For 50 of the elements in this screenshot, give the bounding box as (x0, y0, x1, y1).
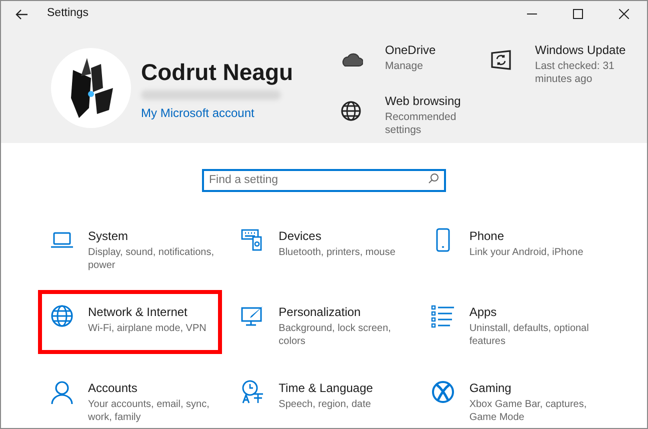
back-arrow-icon (14, 8, 28, 20)
microsoft-account-link[interactable]: My Microsoft account (141, 104, 294, 122)
person-icon (50, 380, 74, 404)
quick-link-subtitle: Recommended settings (385, 110, 458, 136)
category-tile[interactable]: Phone Link your Android, iPhone (419, 224, 604, 288)
category-title: Network & Internet (88, 304, 188, 320)
category-title: System (88, 228, 130, 244)
quick-link-subtitle: Last checked: 31 minutes ago (535, 60, 616, 86)
list-icon (431, 304, 456, 328)
category-title: Phone (469, 228, 506, 244)
refresh-icon (489, 48, 513, 72)
category-title: Time & Language (278, 380, 374, 396)
category-tile[interactable]: Devices Bluetooth, printers, mouse (228, 224, 413, 288)
category-subtitle: Background, lock screen, colors (278, 322, 392, 348)
minimize-icon (527, 13, 537, 15)
category-subtitle: Display, sound, notifications, power (88, 246, 215, 272)
category-title: Personalization (278, 304, 362, 320)
category-tile[interactable]: Gaming Xbox Game Bar, captures, Game Mode (419, 376, 604, 428)
category-subtitle: Bluetooth, printers, mouse (278, 246, 396, 259)
category-tile[interactable]: Apps Uninstall, defaults, optional features (419, 300, 604, 364)
category-title: Apps (469, 304, 498, 320)
quick-link-title[interactable]: Windows Update (535, 42, 635, 58)
category-subtitle: Uninstall, defaults, optional features (469, 322, 590, 348)
category-title: Gaming (469, 380, 512, 396)
xbox-icon (431, 380, 456, 404)
category-subtitle: Link your Android, iPhone (469, 246, 584, 259)
quick-link-title[interactable]: Web browsing (385, 92, 485, 108)
category-tile[interactable]: Network & Internet Wi-Fi, airplane mode, VPN (38, 290, 222, 354)
profile-name: Codrut Neagu (141, 58, 294, 86)
monitor-brush-icon (240, 304, 265, 328)
quick-link-title[interactable]: OneDrive (385, 42, 485, 58)
category-subtitle: Wi-Fi, airplane mode, VPN (88, 322, 208, 335)
search-field[interactable]: Find a setting (202, 168, 446, 192)
search-icon (428, 173, 439, 184)
category-title: Accounts (88, 380, 138, 396)
category-tile[interactable]: Time & Language Speech, region, date (228, 376, 413, 428)
close-icon (619, 9, 629, 19)
globe-icon (339, 98, 363, 122)
category-tile[interactable]: Personalization Background, lock screen, colors (228, 300, 413, 364)
category-subtitle: Xbox Game Bar, captures, Game Mode (469, 398, 588, 424)
category-title: Devices (278, 228, 322, 244)
quick-link-subtitle: Manage (385, 60, 424, 73)
globe-icon (50, 304, 74, 328)
window-title: Settings (47, 6, 89, 22)
category-tile[interactable]: System Display, sound, notifications, power (38, 224, 222, 288)
category-subtitle: Speech, region, date (278, 398, 372, 411)
clock-language-icon (240, 380, 265, 404)
maximize-icon (573, 9, 583, 19)
category-subtitle: Your accounts, email, sync, work, family (88, 398, 210, 424)
category-tile[interactable]: Accounts Your accounts, email, sync, work, family (38, 376, 222, 428)
